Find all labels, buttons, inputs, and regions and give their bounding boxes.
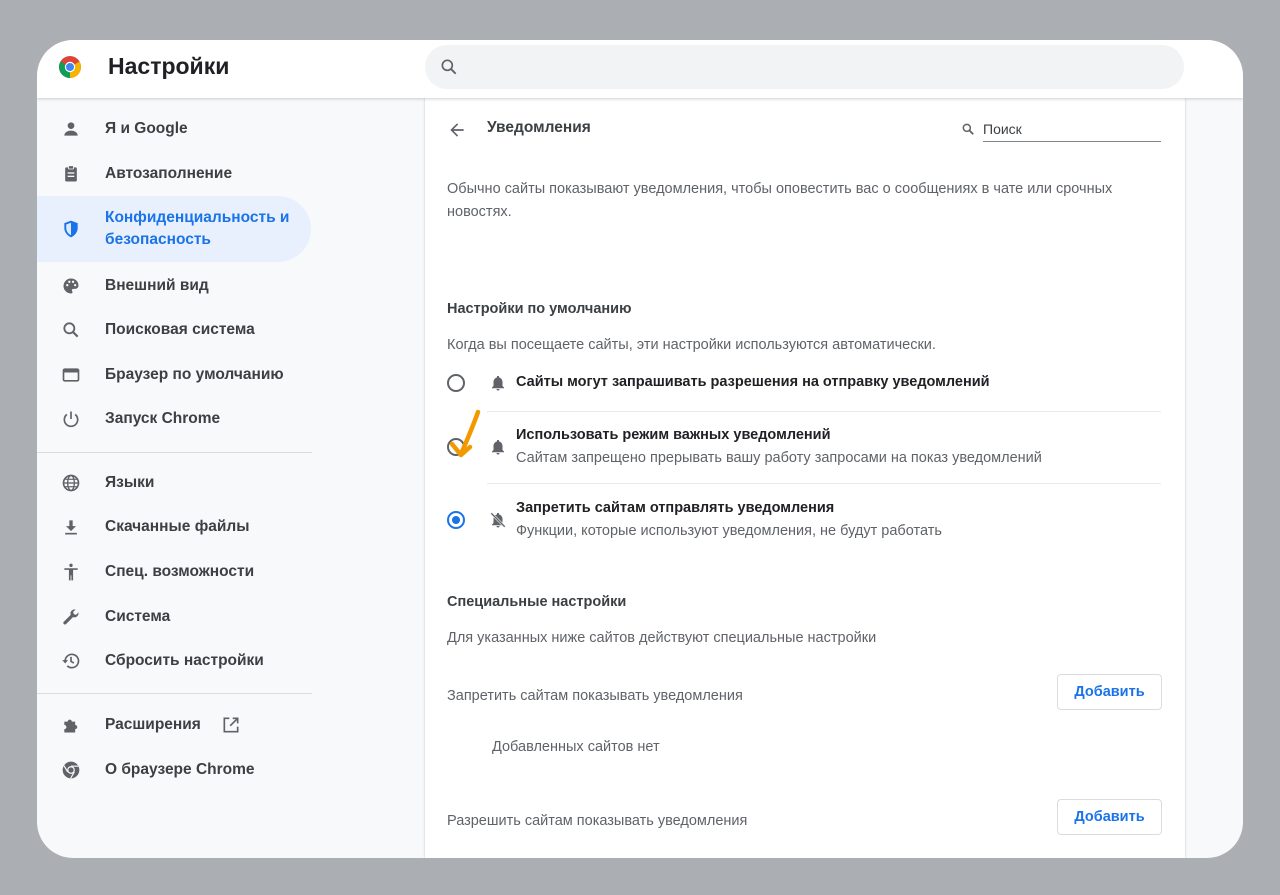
settings-search-input[interactable] — [471, 53, 1161, 81]
option-sublabel: Функции, которые используют уведомления,… — [516, 523, 942, 539]
top-bar: Настройки — [37, 40, 1243, 98]
radio-ask[interactable] — [447, 374, 465, 392]
sidebar-item-reset-settings[interactable]: Сбросить настройки — [37, 638, 311, 684]
sidebar-item-label: Система — [105, 608, 171, 625]
sidebar-item-label: Браузер по умолчанию — [105, 366, 284, 383]
notifications-panel: Уведомления Обычно сайты показывают увед… — [425, 98, 1185, 858]
page-title: Уведомления — [487, 119, 591, 136]
clipboard-icon — [65, 165, 77, 182]
puzzle-icon — [64, 719, 78, 733]
intro-text: Обычно сайты показывают уведомления, что… — [447, 181, 1113, 220]
sidebar-item-label: Внешний вид — [105, 277, 209, 294]
default-settings-desc: Когда вы посещаете сайты, эти настройки … — [447, 337, 936, 353]
custom-settings-heading: Специальные настройки — [447, 594, 627, 610]
sidebar-item-label: Запуск Chrome — [105, 410, 221, 427]
search-icon — [63, 322, 79, 338]
bell-icon — [492, 375, 504, 391]
search-icon — [962, 123, 974, 135]
allow-list-label: Разрешить сайтам показывать уведомления — [447, 813, 748, 829]
app-title: Настройки — [108, 53, 230, 79]
default-settings-heading: Настройки по умолчанию — [447, 301, 632, 317]
block-list-empty: Добавленных сайтов нет — [492, 739, 660, 755]
sidebar-item-accessibility[interactable]: Спец. возможности — [37, 549, 311, 595]
sidebar-item-label: Расширения — [105, 716, 201, 733]
search-icon — [441, 59, 457, 75]
add-blocked-site-button[interactable]: Добавить — [1057, 674, 1162, 710]
sidebar-item-label: Скачанные файлы — [105, 518, 250, 535]
option-divider — [487, 483, 1161, 484]
sidebar-item-about-chrome[interactable]: О браузере Chrome — [37, 747, 311, 793]
option-divider — [487, 411, 1161, 412]
sidebar-item-label: Я и Google — [105, 120, 188, 137]
notification-option-block[interactable]: Запретить сайтам отправлять уведомления … — [447, 500, 1163, 550]
option-sublabel: Сайтам запрещено прерывать вашу работу з… — [516, 450, 1042, 466]
settings-window: Настройки Я и Google Автозаполнение Конф… — [37, 40, 1243, 858]
sidebar-item-label: Автозаполнение — [105, 165, 233, 182]
sidebar-item-downloads[interactable]: Скачанные файлы — [37, 504, 311, 550]
sidebar-item-extensions[interactable]: Расширения — [37, 702, 311, 748]
power-icon — [63, 411, 79, 428]
notification-option-ask[interactable]: Сайты могут запрашивать разрешения на от… — [447, 374, 1163, 414]
bell-off-icon — [490, 512, 506, 528]
sidebar-item-label: Спец. возможности — [105, 563, 255, 580]
sidebar-item-you-and-google[interactable]: Я и Google — [37, 106, 311, 152]
palette-icon — [63, 278, 79, 294]
sidebar-item-label: Языки — [105, 474, 155, 491]
sidebar-divider — [37, 693, 312, 694]
sidebar-item-label: Конфиденциальность и безопасность — [105, 209, 290, 248]
chrome-logo-icon — [62, 761, 80, 779]
annotation-arrow-icon — [449, 409, 481, 458]
globe-icon — [62, 474, 80, 492]
back-arrow-icon[interactable] — [447, 120, 467, 140]
sidebar-item-on-startup[interactable]: Запуск Chrome — [37, 396, 311, 442]
add-allowed-site-button[interactable]: Добавить — [1057, 799, 1162, 835]
sidebar-item-label: О браузере Chrome — [105, 761, 255, 778]
bell-icon — [492, 439, 504, 455]
sidebar-item-privacy-security[interactable]: Конфиденциальность и безопасность — [37, 196, 311, 262]
sidebar-item-autofill[interactable]: Автозаполнение — [37, 151, 311, 197]
sidebar: Я и Google Автозаполнение Конфиденциальн… — [37, 98, 313, 858]
option-label: Запретить сайтам отправлять уведомления — [516, 500, 835, 516]
sidebar-item-system[interactable]: Система — [37, 594, 311, 640]
sidebar-item-label: Поисковая система — [105, 321, 255, 338]
wrench-icon — [63, 609, 79, 625]
notifications-search[interactable] — [961, 116, 1161, 142]
option-label: Сайты могут запрашивать разрешения на от… — [516, 374, 990, 390]
sidebar-item-search-engine[interactable]: Поисковая система — [37, 307, 311, 353]
sidebar-divider — [37, 452, 312, 453]
notifications-search-input[interactable] — [983, 116, 1161, 142]
browser-window-icon — [62, 368, 80, 382]
settings-search-bar[interactable] — [425, 45, 1184, 89]
person-icon — [64, 122, 78, 136]
notification-option-quiet[interactable]: Использовать режим важных уведомлений Са… — [447, 427, 1163, 477]
option-label: Использовать режим важных уведомлений — [516, 427, 831, 443]
custom-settings-desc: Для указанных ниже сайтов действуют спец… — [447, 630, 877, 646]
sidebar-item-label: Сбросить настройки — [105, 652, 264, 669]
sidebar-item-appearance[interactable]: Внешний вид — [37, 263, 311, 309]
sidebar-item-default-browser[interactable]: Браузер по умолчанию — [37, 352, 311, 398]
accessibility-icon — [64, 563, 78, 581]
block-list-label: Запретить сайтам показывать уведомления — [447, 688, 743, 704]
sidebar-item-languages[interactable]: Языки — [37, 460, 311, 506]
download-icon — [65, 520, 77, 535]
external-link-icon — [223, 717, 239, 733]
chrome-logo-icon — [59, 56, 81, 78]
history-icon — [62, 653, 80, 669]
radio-block[interactable] — [447, 511, 465, 529]
shield-icon — [64, 220, 78, 238]
